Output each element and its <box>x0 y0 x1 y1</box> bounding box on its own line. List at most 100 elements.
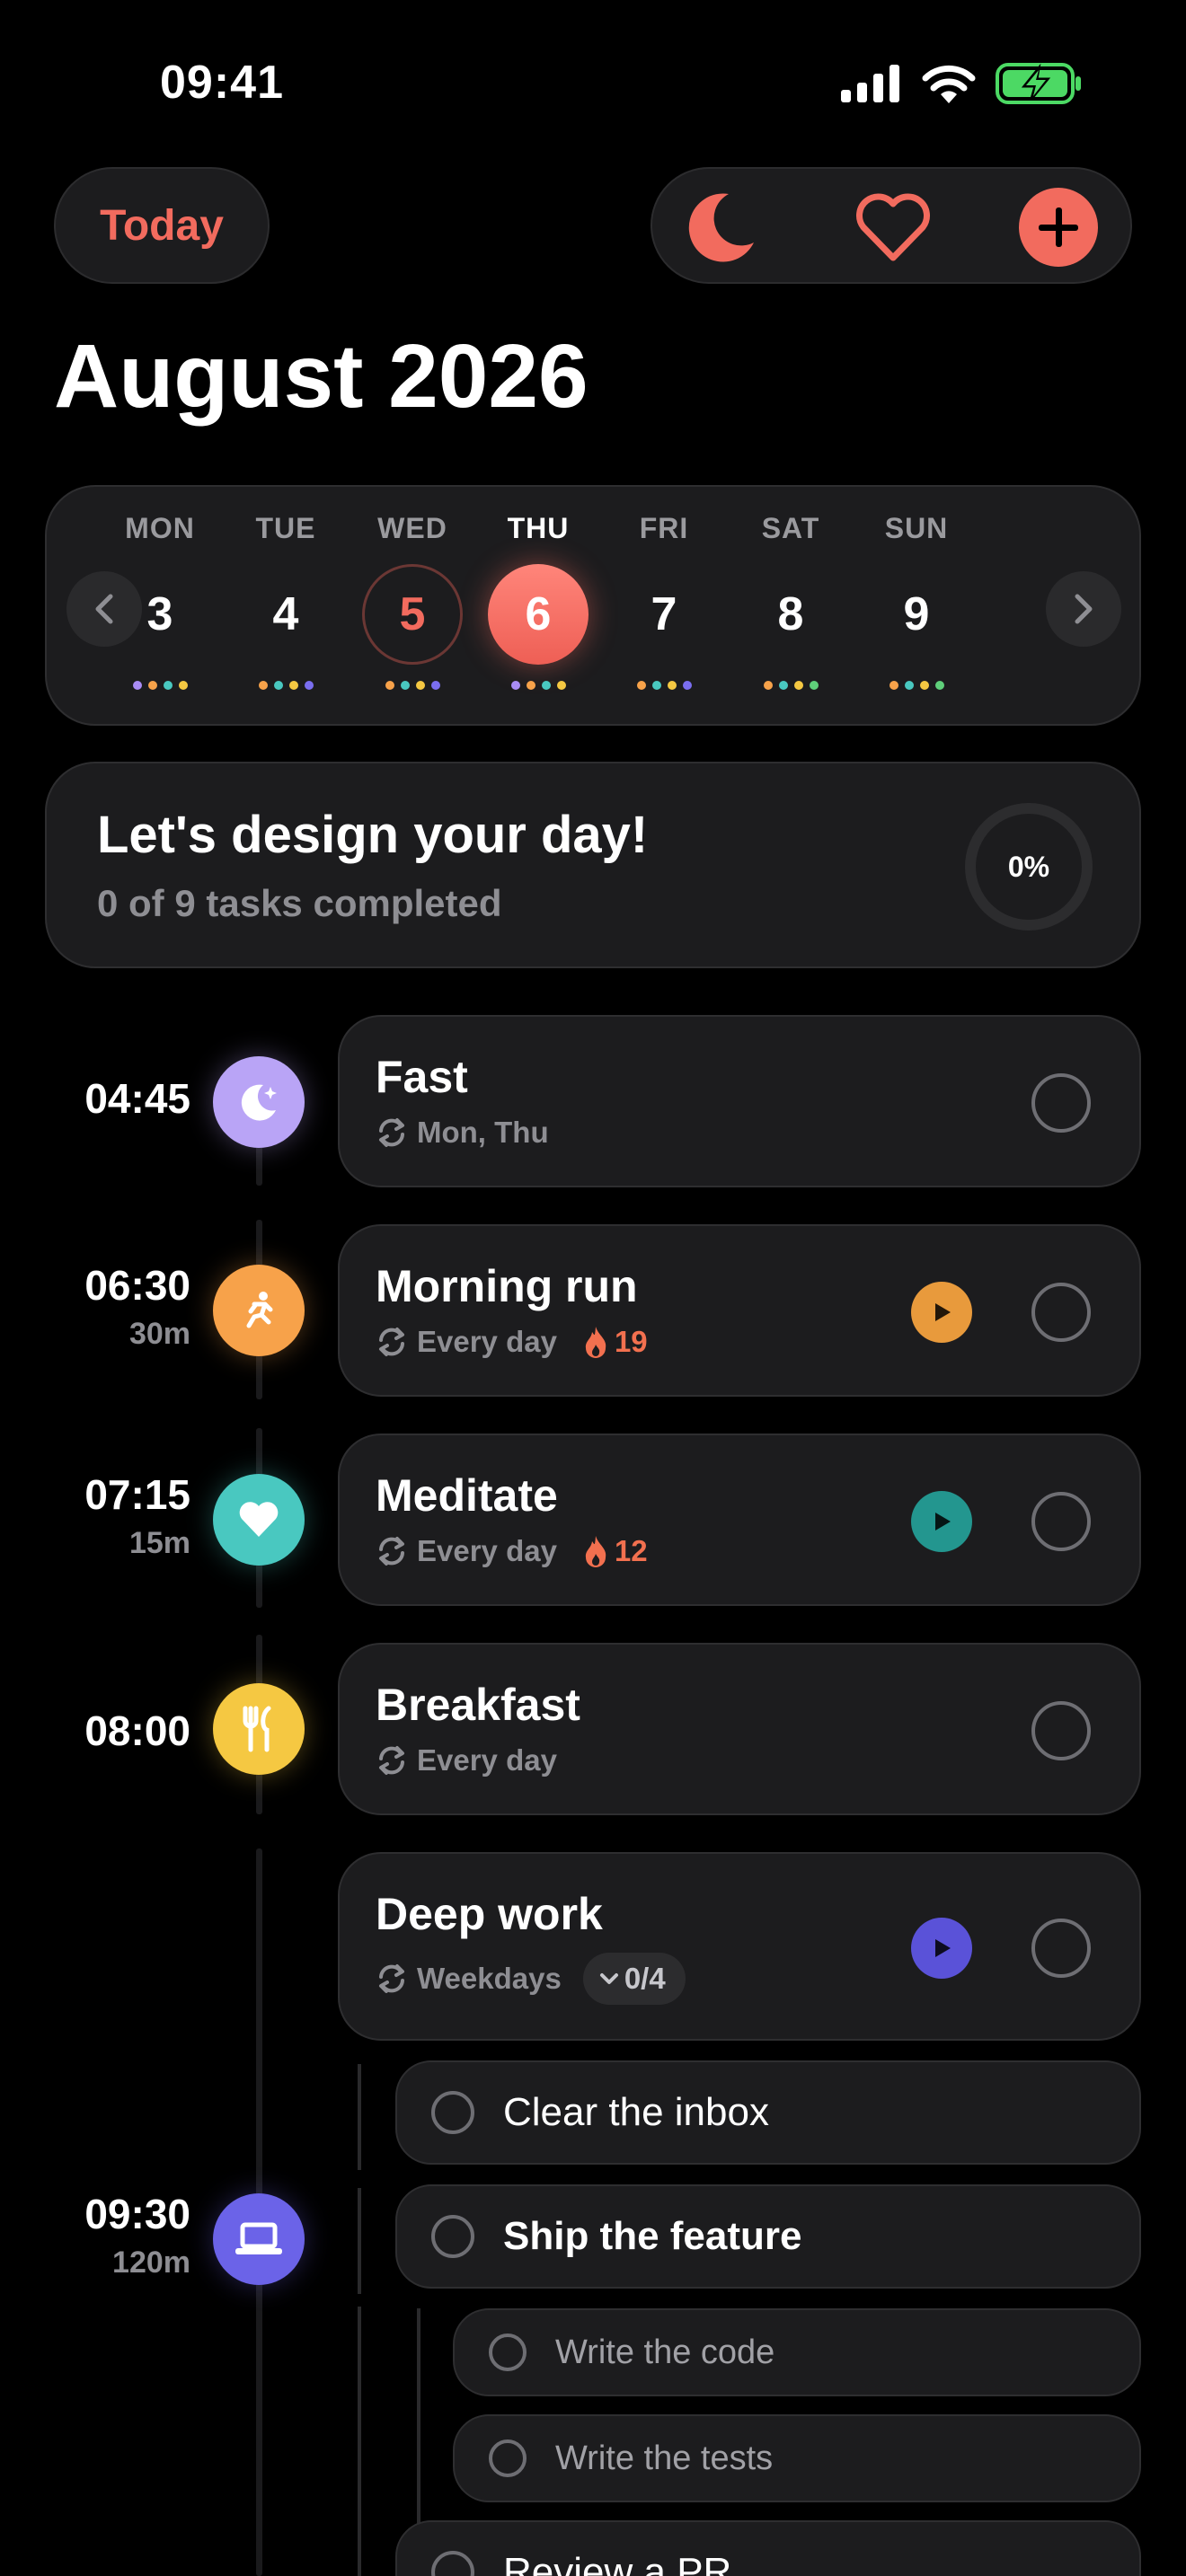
task-card[interactable]: Morning run Every day 19 <box>338 1224 1141 1397</box>
month-title: August 2026 <box>54 326 589 427</box>
time-duration: 120m <box>112 2245 190 2280</box>
repeat-label: Mon, Thu <box>417 1116 549 1149</box>
time-label: 09:30 120m <box>84 2190 190 2280</box>
day-number: 3 <box>146 588 173 640</box>
play-icon <box>928 1299 955 1326</box>
task-dot <box>636 681 646 690</box>
task-dot <box>809 681 819 690</box>
task-card[interactable]: Meditate Every day 12 <box>338 1434 1141 1606</box>
complete-checkbox[interactable] <box>1031 1701 1091 1760</box>
task-dot <box>385 681 394 690</box>
progress-card: Let's design your day! 0 of 9 tasks comp… <box>45 762 1141 968</box>
subtask-label: Clear the inbox <box>503 2090 769 2134</box>
day-fri[interactable]: FRI 7 <box>610 512 718 690</box>
streak-badge: 19 <box>582 1325 648 1359</box>
day-number: 7 <box>651 588 677 640</box>
task-card[interactable]: Breakfast Every day <box>338 1643 1141 1815</box>
day-mon[interactable]: MON 3 <box>106 512 214 690</box>
play-button[interactable] <box>911 1282 972 1343</box>
progress-title: Let's design your day! <box>97 806 649 864</box>
task-dot <box>667 681 677 690</box>
subtask-row[interactable]: Write the tests <box>453 2414 1141 2502</box>
play-icon <box>928 1935 955 1962</box>
subtask-row[interactable]: Review a PR <box>395 2520 1141 2576</box>
status-icons <box>841 63 1082 104</box>
time-start: 07:15 <box>84 1471 190 1518</box>
flame-icon <box>582 1325 609 1359</box>
signal-icon <box>841 65 899 102</box>
task-dot <box>541 681 551 690</box>
day-tue[interactable]: TUE 4 <box>232 512 340 690</box>
today-button[interactable]: Today <box>54 167 270 284</box>
complete-checkbox[interactable] <box>1031 1492 1091 1551</box>
task-card[interactable]: Deep work Weekdays 0/4 <box>338 1852 1141 2041</box>
subtask-checkbox[interactable] <box>489 2333 527 2371</box>
time-duration: 15m <box>128 1526 190 1560</box>
task-meta: Every day 19 <box>376 1325 648 1359</box>
task-dot <box>919 681 929 690</box>
time-start: 06:30 <box>84 1262 190 1309</box>
task-title: Morning run <box>376 1261 638 1311</box>
subtask-toggle[interactable]: 0/4 <box>582 1953 686 2005</box>
repeat-icon <box>376 1326 408 1358</box>
subtask-checkbox[interactable] <box>431 2551 474 2576</box>
chevron-down-icon <box>597 1970 621 1988</box>
repeat-label: Weekdays <box>417 1962 562 1995</box>
task-title: Breakfast <box>376 1680 580 1730</box>
play-icon <box>928 1508 955 1535</box>
battery-charging-icon <box>996 63 1081 104</box>
task-title: Fast <box>376 1052 468 1102</box>
repeat-label: Every day <box>417 1534 557 1567</box>
heart-icon <box>236 1499 281 1540</box>
subtask-checkbox[interactable] <box>431 2091 474 2134</box>
day-thu[interactable]: THU 6 <box>484 512 592 690</box>
subtask-checkbox[interactable] <box>431 2215 474 2258</box>
task-dot <box>934 681 944 690</box>
streak-count: 12 <box>614 1534 648 1567</box>
day-sun[interactable]: SUN 9 <box>863 512 970 690</box>
task-dot <box>178 681 188 690</box>
day-number: 8 <box>777 588 804 640</box>
complete-checkbox[interactable] <box>1031 1919 1091 1978</box>
add-task-button[interactable] <box>1017 186 1100 269</box>
day-name: SUN <box>884 512 949 544</box>
repeat-label: Every day <box>417 1325 557 1358</box>
task-meta: Every day 12 <box>376 1534 648 1568</box>
task-title: Meditate <box>376 1470 558 1521</box>
task-badge <box>213 2193 305 2285</box>
time-start: 08:00 <box>84 1707 190 1754</box>
week-strip: MON 3 TUE 4 WED 5 THU 6 FRI 7 SAT 8 SUN 9 <box>45 485 1141 726</box>
complete-checkbox[interactable] <box>1031 1283 1091 1342</box>
subtask-row[interactable]: Clear the inbox <box>395 2060 1141 2165</box>
play-button[interactable] <box>911 1918 972 1979</box>
subtask-checkbox[interactable] <box>489 2439 527 2477</box>
day-number: 4 <box>272 588 299 640</box>
time-duration: 30m <box>128 1317 190 1351</box>
day-wed[interactable]: WED 5 <box>358 512 466 690</box>
crescent-moon-icon <box>236 1080 281 1125</box>
heart-icon[interactable] <box>852 186 934 269</box>
next-week-button[interactable] <box>1046 571 1121 647</box>
task-dot <box>258 681 268 690</box>
day-dots <box>863 681 970 690</box>
complete-checkbox[interactable] <box>1031 1073 1091 1133</box>
day-dots <box>232 681 340 690</box>
day-sat[interactable]: SAT 8 <box>737 512 845 690</box>
play-button[interactable] <box>911 1491 972 1552</box>
subtask-row[interactable]: Ship the feature <box>395 2184 1141 2289</box>
task-dot <box>163 681 173 690</box>
task-card[interactable]: Fast Mon, Thu <box>338 1015 1141 1187</box>
time-start: 09:30 <box>84 2191 190 2237</box>
streak-count: 19 <box>614 1325 648 1358</box>
day-name: MON <box>125 512 195 544</box>
status-time: 09:41 <box>160 57 284 109</box>
subtask-count: 0/4 <box>624 1962 666 1995</box>
subtask-tree-line <box>358 2064 361 2170</box>
subtask-row[interactable]: Write the code <box>453 2308 1141 2396</box>
moon-icon[interactable] <box>679 186 762 269</box>
time-label: 08:00 <box>84 1707 190 1755</box>
subtask-tree-line <box>358 2188 361 2294</box>
task-dot <box>682 681 692 690</box>
day-dots <box>106 681 214 690</box>
task-dot <box>904 681 914 690</box>
